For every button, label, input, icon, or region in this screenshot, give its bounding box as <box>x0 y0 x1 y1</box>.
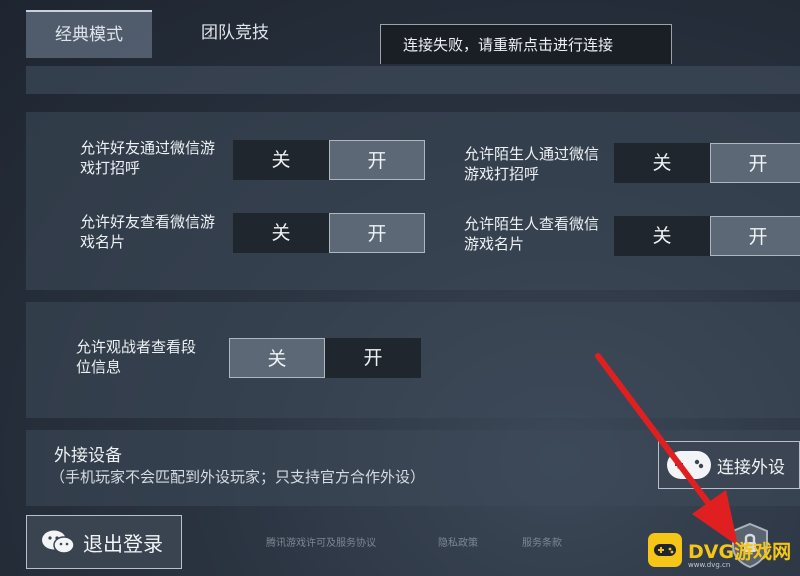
spectator-rank-off-button[interactable]: 关 <box>229 338 325 378</box>
stranger-greet-label: 允许陌生人通过微信游戏打招呼 <box>464 145 600 183</box>
license-link[interactable]: 腾讯游戏许可及服务协议 <box>266 534 376 549</box>
stranger-greet-on-button[interactable]: 开 <box>710 143 800 183</box>
external-device-note: （手机玩家不会匹配到外设玩家；只支持官方合作外设） <box>50 468 426 486</box>
wechat-icon <box>41 529 75 555</box>
top-strip <box>26 66 800 94</box>
stranger-greet-off-button[interactable]: 关 <box>614 143 710 183</box>
site-watermark: DVG游戏网 www.dvg.cn <box>648 530 798 570</box>
friend-greet-toggle: 关 开 <box>233 140 425 180</box>
connection-failed-toast: 连接失败，请重新点击进行连接 <box>380 24 672 64</box>
friend-card-label: 允许好友查看微信游戏名片 <box>80 213 216 251</box>
stranger-card-off-button[interactable]: 关 <box>614 216 710 256</box>
tab-classic-mode[interactable]: 经典模式 <box>26 10 152 58</box>
gamepad-logo-icon <box>648 533 682 567</box>
logout-label: 退出登录 <box>83 531 163 556</box>
terms-link[interactable]: 服务条款 <box>522 534 562 549</box>
connect-device-button[interactable]: 连接外设 <box>658 441 800 489</box>
watermark-text: DVG游戏网 <box>688 540 792 563</box>
external-device-title: 外接设备 <box>54 446 122 466</box>
watermark-url: www.dvg.cn <box>688 561 731 569</box>
stranger-greet-toggle: 关 开 <box>614 143 800 183</box>
stranger-card-toggle: 关 开 <box>614 216 800 256</box>
tab-team-competition[interactable]: 团队竞技 <box>170 10 300 56</box>
connect-device-label: 连接外设 <box>717 457 785 478</box>
logout-button[interactable]: 退出登录 <box>26 515 182 569</box>
spectator-rank-label: 允许观战者查看段位信息 <box>76 338 197 376</box>
friend-greet-on-button[interactable]: 开 <box>329 140 425 180</box>
stranger-card-label: 允许陌生人查看微信游戏名片 <box>464 215 600 253</box>
friend-greet-label: 允许好友通过微信游戏打招呼 <box>80 139 216 177</box>
stranger-card-on-button[interactable]: 开 <box>710 216 800 256</box>
friend-card-toggle: 关 开 <box>233 213 425 253</box>
spectator-rank-on-button[interactable]: 开 <box>325 338 421 378</box>
friend-card-on-button[interactable]: 开 <box>329 213 425 253</box>
spectator-rank-toggle: 关 开 <box>229 338 421 378</box>
privacy-policy-link[interactable]: 隐私政策 <box>438 534 478 549</box>
friend-greet-off-button[interactable]: 关 <box>233 140 329 180</box>
friend-card-off-button[interactable]: 关 <box>233 213 329 253</box>
gamepad-icon <box>667 451 711 479</box>
